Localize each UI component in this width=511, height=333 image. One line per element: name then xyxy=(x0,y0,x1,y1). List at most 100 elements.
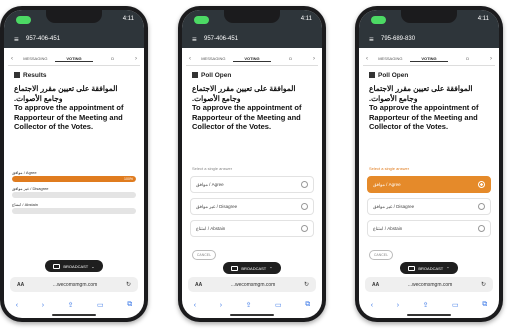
back-icon[interactable]: ‹ xyxy=(371,302,373,309)
status-right: 4:11 xyxy=(477,16,489,22)
chevron-down-icon: ⌄ xyxy=(91,263,95,269)
share-icon[interactable]: ⇪ xyxy=(423,301,429,309)
menu-icon[interactable]: ≡ xyxy=(14,35,19,45)
share-icon[interactable]: ⇪ xyxy=(246,301,252,309)
tab-next-icon[interactable]: › xyxy=(132,56,140,62)
section-title: Results xyxy=(14,72,46,79)
result-bar xyxy=(12,192,136,198)
option-label: امتناع / Abstain xyxy=(196,225,226,231)
text-size-button[interactable]: AA xyxy=(195,282,202,288)
home-indicator xyxy=(407,314,451,316)
back-icon[interactable]: ‹ xyxy=(16,302,18,309)
radio-icon[interactable] xyxy=(478,181,485,188)
tab-prev-icon[interactable]: ‹ xyxy=(8,56,16,62)
option-disagree[interactable]: غير موافق / Disagree xyxy=(190,198,314,215)
broadcast-icon xyxy=(408,265,416,271)
text-size-button[interactable]: AA xyxy=(17,282,24,288)
text-size-button[interactable]: AA xyxy=(372,282,379,288)
status-right: 4:11 xyxy=(300,16,312,22)
broadcast-label: BROADCAST xyxy=(241,265,267,271)
home-indicator xyxy=(230,314,274,316)
tab-voting[interactable]: VOTING xyxy=(409,56,449,62)
call-pill xyxy=(371,16,386,24)
tab-next-icon[interactable]: › xyxy=(310,56,318,62)
address-bar[interactable]: AA ...wecomsmgm.com ↻ xyxy=(188,277,316,292)
reload-icon[interactable]: ↻ xyxy=(126,281,131,288)
option-disagree[interactable]: غير موافق / Disagree xyxy=(367,198,491,215)
option-abstain[interactable]: امتناع / Abstain xyxy=(190,220,314,237)
question: الموافقة على تعيين مقرر الاجتماع وجامع ا… xyxy=(369,84,491,132)
forward-icon[interactable]: › xyxy=(397,302,399,309)
radio-icon[interactable] xyxy=(301,181,308,188)
answer-hint: Select a single answer xyxy=(369,166,410,171)
reload-icon[interactable]: ↻ xyxy=(304,281,309,288)
address-bar[interactable]: AA ...wecomsmgm.com ↻ xyxy=(10,277,138,292)
tab-prev-icon[interactable]: ‹ xyxy=(363,56,371,62)
phone-poll-selected: 4:11 ≡ 795-689-830 ‹ MESSAGING VOTING D … xyxy=(355,6,503,322)
result-row: موافق / Agree 100% xyxy=(12,170,136,184)
tab-voting[interactable]: VOTING xyxy=(232,56,272,62)
cancel-button[interactable]: CANCEL xyxy=(369,250,393,260)
radio-icon[interactable] xyxy=(301,225,308,232)
broadcast-button[interactable]: BROADCAST ⌄ xyxy=(45,260,103,272)
address-text: ...wecomsmgm.com xyxy=(407,281,453,288)
tabs-icon[interactable]: ⧉ xyxy=(305,301,310,309)
option-agree[interactable]: موافق / Agree xyxy=(190,176,314,193)
forward-icon[interactable]: › xyxy=(42,302,44,309)
radio-icon[interactable] xyxy=(478,225,485,232)
broadcast-button[interactable]: BROADCAST ⌃ xyxy=(400,262,458,274)
chevron-up-icon: ⌃ xyxy=(446,265,450,271)
browser-toolbar: ‹ › ⇪ ▭ ⧉ xyxy=(4,298,144,312)
option-label: امتناع / Abstain xyxy=(373,225,403,231)
status-right: 4:11 xyxy=(122,16,134,22)
phone-poll-open: 4:11 ≡ 957-406-451 ‹ MESSAGING VOTING D … xyxy=(178,6,326,322)
back-icon[interactable]: ‹ xyxy=(194,302,196,309)
question-arabic: الموافقة على تعيين مقرر الاجتماع وجامع ا… xyxy=(192,84,296,103)
book-icon[interactable]: ▭ xyxy=(452,301,459,309)
cancel-button[interactable]: CANCEL xyxy=(192,250,216,260)
result-label: امتناع / Abstain xyxy=(12,202,38,207)
menu-icon[interactable]: ≡ xyxy=(369,35,374,45)
option-abstain[interactable]: امتناع / Abstain xyxy=(367,220,491,237)
tab-messaging[interactable]: MESSAGING xyxy=(16,56,55,61)
tab-voting[interactable]: VOTING xyxy=(54,56,94,62)
question-english: To approve the appointment of Rapporteur… xyxy=(14,103,124,131)
address-bar[interactable]: AA ...wecomsmgm.com ↻ xyxy=(365,277,493,292)
browser-toolbar: ‹ › ⇪ ▭ ⧉ xyxy=(182,298,322,312)
address-text: ...wecomsmgm.com xyxy=(230,281,276,288)
tab-other[interactable]: D xyxy=(448,56,487,61)
option-agree[interactable]: موافق / Agree xyxy=(367,176,491,193)
option-label: غير موافق / Disagree xyxy=(196,203,238,209)
tab-prev-icon[interactable]: ‹ xyxy=(186,56,194,62)
tab-other[interactable]: D xyxy=(271,56,310,61)
broadcast-icon xyxy=(53,263,61,269)
reload-icon[interactable]: ↻ xyxy=(481,281,486,288)
book-icon[interactable]: ▭ xyxy=(275,301,282,309)
section-title: Poll Open xyxy=(192,72,231,79)
section-label: Results xyxy=(23,72,47,79)
tabs-icon[interactable]: ⧉ xyxy=(482,301,487,309)
share-icon[interactable]: ⇪ xyxy=(68,301,74,309)
tab-messaging[interactable]: MESSAGING xyxy=(194,56,233,61)
forward-icon[interactable]: › xyxy=(220,302,222,309)
radio-icon[interactable] xyxy=(478,203,485,210)
tab-other[interactable]: D xyxy=(93,56,132,61)
meeting-bar: ≡ 795-689-830 xyxy=(359,32,499,48)
tabs-icon[interactable]: ⧉ xyxy=(127,301,132,309)
browser-toolbar: ‹ › ⇪ ▭ ⧉ xyxy=(359,298,499,312)
tab-messaging[interactable]: MESSAGING xyxy=(371,56,410,61)
book-icon[interactable]: ▭ xyxy=(97,301,104,309)
section-label: Poll Open xyxy=(378,72,409,79)
result-label: غير موافق / Disagree xyxy=(12,186,49,191)
phone-results: 4:11 ≡ 957-406-451 ‹ MESSAGING VOTING D … xyxy=(0,6,148,322)
meeting-bar: ≡ 957-406-451 xyxy=(182,32,322,48)
broadcast-button[interactable]: BROADCAST ⌃ xyxy=(223,262,281,274)
meeting-number: 957-406-451 xyxy=(204,36,239,42)
meeting-bar: ≡ 957-406-451 xyxy=(4,32,144,48)
tab-next-icon[interactable]: › xyxy=(487,56,495,62)
menu-icon[interactable]: ≡ xyxy=(192,35,197,45)
answer-hint: Select a single answer xyxy=(192,166,233,171)
broadcast-icon xyxy=(231,265,239,271)
radio-icon[interactable] xyxy=(301,203,308,210)
question-arabic: الموافقة على تعيين مقرر الاجتماع وجامع ا… xyxy=(14,84,118,103)
